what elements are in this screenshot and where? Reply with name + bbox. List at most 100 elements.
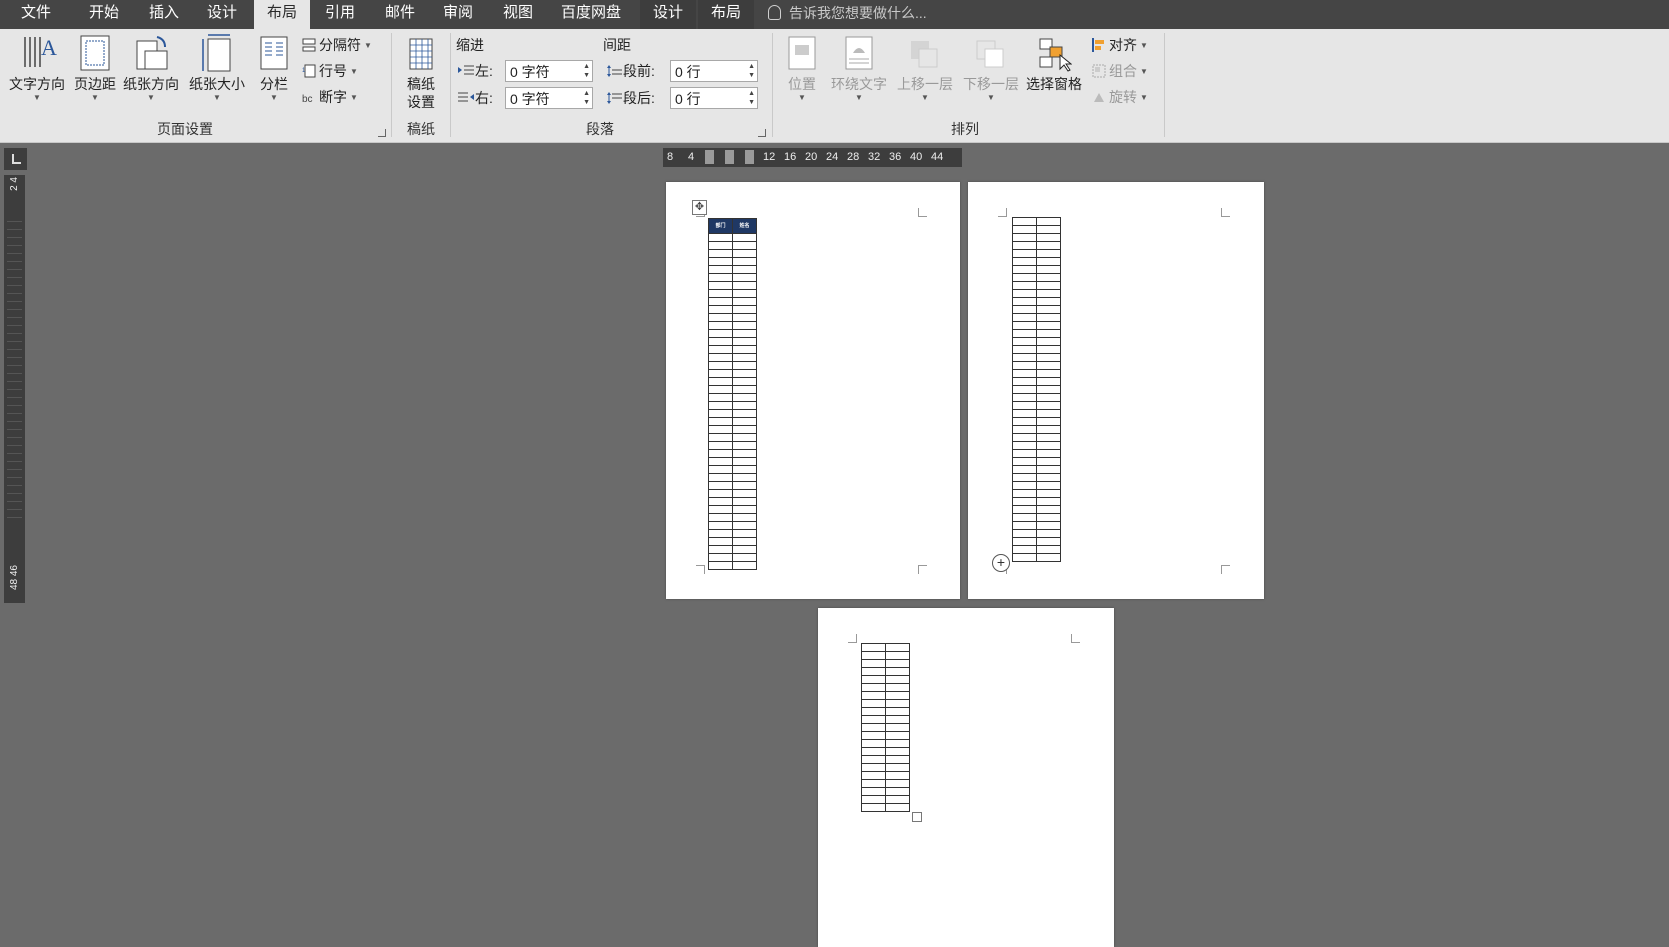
dept-cell[interactable]	[708, 489, 733, 498]
name-cell[interactable]	[732, 409, 757, 418]
table-row[interactable]	[1012, 273, 1061, 282]
dept-cell[interactable]	[1012, 385, 1037, 394]
rotate-button[interactable]: 旋转 ▼	[1092, 86, 1148, 108]
dept-cell[interactable]	[1012, 249, 1037, 258]
dept-cell[interactable]	[708, 545, 733, 554]
name-cell[interactable]	[732, 233, 757, 242]
dept-cell[interactable]	[861, 707, 886, 716]
column-marker[interactable]	[745, 150, 754, 164]
table-row[interactable]	[708, 537, 757, 546]
table-row[interactable]	[1012, 361, 1061, 370]
dept-cell[interactable]	[1012, 449, 1037, 458]
employee-table[interactable]: 部门 姓名	[708, 218, 757, 570]
dept-cell[interactable]	[708, 457, 733, 466]
dept-cell[interactable]	[708, 393, 733, 402]
dept-cell[interactable]	[1012, 481, 1037, 490]
dept-cell[interactable]	[708, 377, 733, 386]
spacing-before-input[interactable]: 0 行 ▲ ▼	[670, 60, 758, 82]
name-cell[interactable]	[1036, 249, 1061, 258]
name-cell[interactable]	[1036, 401, 1061, 410]
table-row[interactable]	[861, 787, 910, 796]
table-row[interactable]	[708, 401, 757, 410]
table-row[interactable]	[708, 513, 757, 522]
name-cell[interactable]	[1036, 305, 1061, 314]
name-cell[interactable]	[1036, 385, 1061, 394]
table-row[interactable]	[861, 723, 910, 732]
table-row[interactable]	[861, 747, 910, 756]
table-row[interactable]	[1012, 313, 1061, 322]
dept-cell[interactable]	[1012, 409, 1037, 418]
column-marker[interactable]	[705, 150, 714, 164]
dept-cell[interactable]	[1012, 537, 1037, 546]
table-row[interactable]	[861, 771, 910, 780]
name-cell[interactable]	[1036, 377, 1061, 386]
table-row[interactable]	[708, 321, 757, 330]
dept-cell[interactable]	[861, 699, 886, 708]
dept-cell[interactable]	[1012, 233, 1037, 242]
table-row[interactable]	[861, 667, 910, 676]
name-cell[interactable]	[885, 787, 910, 796]
dept-cell[interactable]	[708, 241, 733, 250]
dept-cell[interactable]	[708, 561, 733, 570]
table-row[interactable]	[708, 409, 757, 418]
table-row[interactable]	[1012, 529, 1061, 538]
dept-cell[interactable]	[1012, 529, 1037, 538]
table-row[interactable]	[708, 561, 757, 570]
tab-baidu-netdisk[interactable]: 百度网盘	[553, 0, 629, 29]
dept-cell[interactable]	[1012, 313, 1037, 322]
name-cell[interactable]	[732, 393, 757, 402]
table-row[interactable]	[1012, 337, 1061, 346]
dept-cell[interactable]	[708, 369, 733, 378]
name-cell[interactable]	[1036, 361, 1061, 370]
name-cell[interactable]	[885, 651, 910, 660]
name-cell[interactable]	[732, 257, 757, 266]
dept-cell[interactable]	[708, 273, 733, 282]
table-row[interactable]	[1012, 457, 1061, 466]
spinner-arrows-icon[interactable]: ▲ ▼	[583, 89, 590, 107]
name-cell[interactable]	[732, 353, 757, 362]
name-cell[interactable]	[1036, 241, 1061, 250]
group-button[interactable]: 组合 ▼	[1092, 60, 1148, 82]
dept-cell[interactable]	[861, 755, 886, 764]
name-cell[interactable]	[885, 779, 910, 788]
dept-cell[interactable]	[1012, 225, 1037, 234]
name-cell[interactable]	[732, 489, 757, 498]
table-row[interactable]	[1012, 225, 1061, 234]
spinner-arrows-icon[interactable]: ▲ ▼	[748, 89, 755, 107]
table-row[interactable]	[708, 233, 757, 242]
name-cell[interactable]	[732, 361, 757, 370]
dept-cell[interactable]	[1012, 505, 1037, 514]
document-page-1[interactable]: ✥ 部门 姓名	[666, 182, 960, 599]
table-row[interactable]	[708, 497, 757, 506]
spinner-arrows-icon[interactable]: ▲ ▼	[583, 62, 590, 80]
tab-home[interactable]: 开始	[76, 0, 132, 29]
name-cell[interactable]	[732, 457, 757, 466]
page-setup-launcher-icon[interactable]	[378, 129, 386, 137]
dept-cell[interactable]	[708, 433, 733, 442]
table-row[interactable]	[708, 481, 757, 490]
tab-selector-button[interactable]	[4, 148, 27, 170]
table-row[interactable]	[708, 289, 757, 298]
dept-cell[interactable]	[708, 257, 733, 266]
name-cell[interactable]	[1036, 553, 1061, 562]
name-cell[interactable]	[1036, 313, 1061, 322]
name-cell[interactable]	[885, 699, 910, 708]
table-row[interactable]	[861, 763, 910, 772]
name-cell[interactable]	[885, 771, 910, 780]
table-row[interactable]	[1012, 465, 1061, 474]
dept-cell[interactable]	[708, 281, 733, 290]
table-row[interactable]	[1012, 497, 1061, 506]
name-cell[interactable]	[885, 707, 910, 716]
name-cell[interactable]	[1036, 329, 1061, 338]
table-row[interactable]	[1012, 281, 1061, 290]
name-cell[interactable]	[1036, 505, 1061, 514]
column-marker[interactable]	[725, 150, 734, 164]
table-row[interactable]	[708, 329, 757, 338]
table-row[interactable]	[1012, 505, 1061, 514]
table-row[interactable]	[708, 281, 757, 290]
table-row[interactable]	[708, 257, 757, 266]
name-cell[interactable]	[1036, 393, 1061, 402]
dept-cell[interactable]	[1012, 297, 1037, 306]
table-row[interactable]	[1012, 233, 1061, 242]
spinner-arrows-icon[interactable]: ▲ ▼	[748, 62, 755, 80]
